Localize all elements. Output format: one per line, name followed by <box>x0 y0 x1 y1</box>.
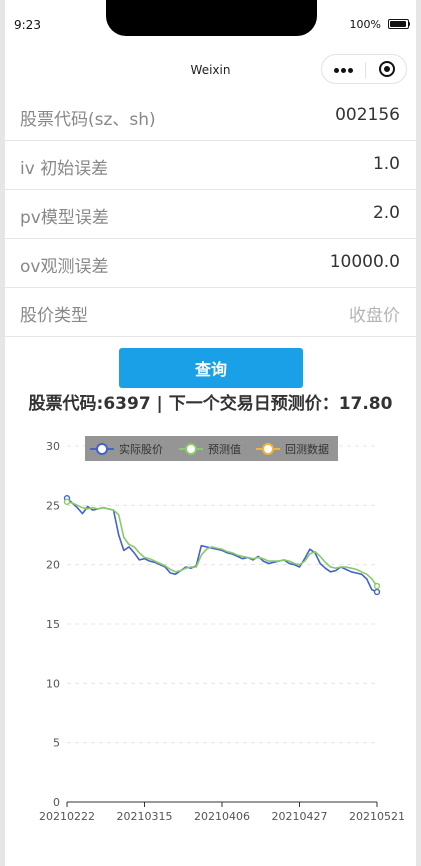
x-tick-label: 20210222 <box>39 810 95 823</box>
observation-error-row[interactable]: ov观测误差 10000.0 <box>5 239 416 288</box>
miniprogram-capsule <box>321 54 407 84</box>
device-notch <box>106 0 317 36</box>
y-tick-label: 20 <box>46 559 60 572</box>
price-type-row[interactable]: 股价类型 收盘价 <box>5 288 416 337</box>
navigation-bar: Weixin <box>0 52 421 92</box>
model-error-label: pv模型误差 <box>20 208 109 228</box>
legend-label: 预测值 <box>208 443 241 456</box>
observation-error-label: ov观测误差 <box>20 257 109 277</box>
y-tick-label: 5 <box>53 737 60 750</box>
x-tick-label: 20210521 <box>349 810 405 823</box>
battery-icon <box>388 19 410 29</box>
initial-error-row[interactable]: iv 初始误差 1.0 <box>5 141 416 190</box>
price-type-label: 股价类型 <box>20 306 88 326</box>
observation-error-input[interactable]: 10000.0 <box>330 252 400 272</box>
query-button[interactable]: 查询 <box>119 348 303 388</box>
model-error-row[interactable]: pv模型误差 2.0 <box>5 190 416 239</box>
y-tick-label: 10 <box>46 677 60 690</box>
legend-swatch-marker <box>185 443 197 455</box>
series-end-point-1 <box>373 588 381 596</box>
stock-code-label: 股票代码(sz、sh) <box>20 110 156 130</box>
y-tick-label: 25 <box>46 499 60 512</box>
series-start-point-2 <box>63 498 71 505</box>
stock-code-row[interactable]: 股票代码(sz、sh) 002156 <box>5 92 416 141</box>
query-form: 股票代码(sz、sh) 002156 iv 初始误差 1.0 pv模型误差 2.… <box>5 92 416 337</box>
legend-swatch-marker <box>262 443 274 455</box>
battery-percentage: 100% <box>349 18 381 31</box>
series-line-1 <box>66 497 378 593</box>
initial-error-label: iv 初始误差 <box>20 159 109 179</box>
close-miniprogram-icon[interactable] <box>379 61 395 77</box>
y-tick-label: 0 <box>53 796 60 809</box>
y-tick-label: 15 <box>46 618 60 631</box>
initial-error-input[interactable]: 1.0 <box>373 154 400 174</box>
x-tick-label: 20210406 <box>194 810 250 823</box>
x-tick-label: 20210427 <box>272 810 328 823</box>
price-type-picker[interactable]: 收盘价 <box>349 301 400 326</box>
legend-label: 回测数据 <box>285 442 329 456</box>
prediction-result-text: 股票代码:6397 | 下一个交易日预测价：17.80 <box>28 394 393 414</box>
legend-label: 实际股价 <box>119 442 163 456</box>
x-tick-label: 20210315 <box>117 810 173 823</box>
model-error-input[interactable]: 2.0 <box>373 203 400 223</box>
capsule-divider <box>365 62 366 78</box>
status-time: 9:23 <box>14 18 41 32</box>
price-line-chart: 0 5 10 15 20 25 30 20210222 20210315 20210406 2021… <box>39 436 405 823</box>
series-end-point-2 <box>373 582 381 590</box>
y-tick-label: 30 <box>46 440 60 453</box>
legend-swatch-marker <box>96 443 108 455</box>
series-line-2 <box>66 501 378 587</box>
status-bar: 9:23 100% <box>0 0 421 52</box>
stock-code-input[interactable]: 002156 <box>335 105 400 125</box>
more-icon[interactable] <box>334 68 354 73</box>
